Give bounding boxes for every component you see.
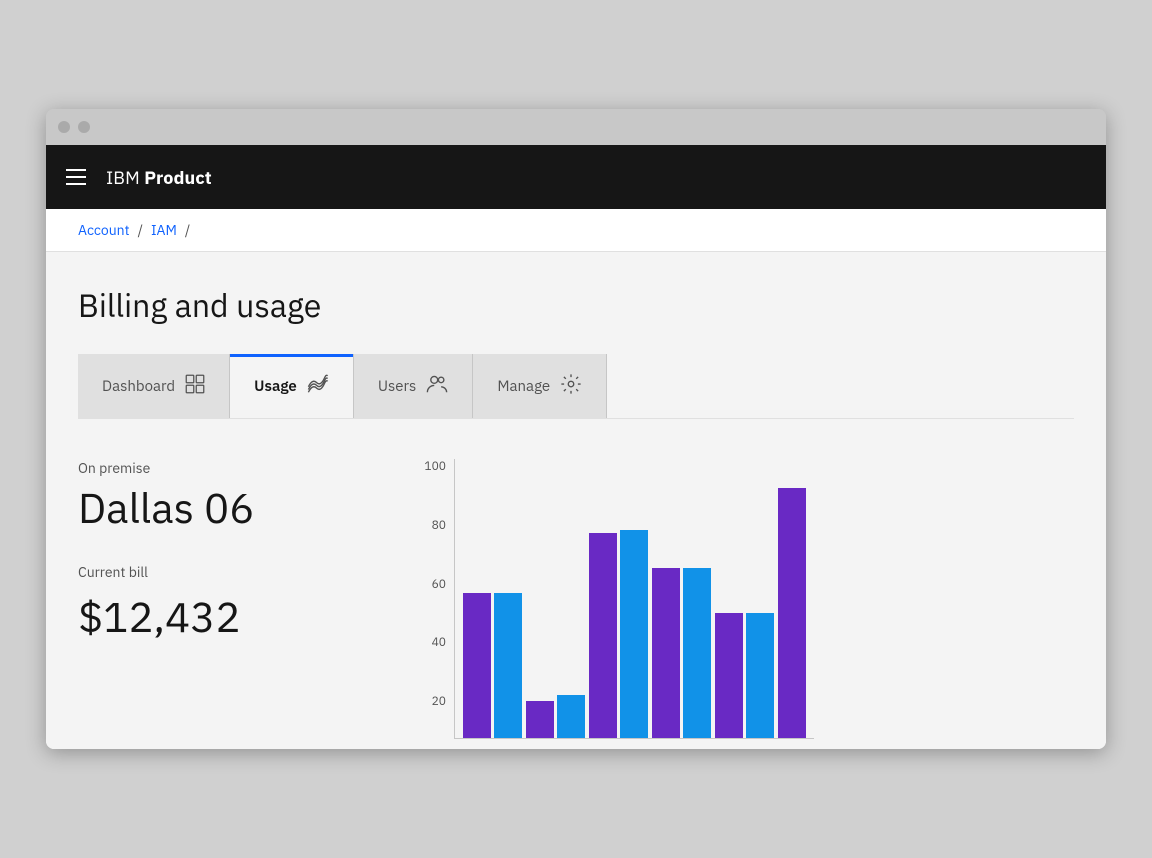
tab-usage-label: Usage (254, 377, 297, 396)
location-label: On premise (78, 459, 378, 477)
bar-2-cyan (557, 695, 585, 738)
bar-5-purple (715, 613, 743, 738)
y-label-80: 80 (432, 518, 446, 533)
y-label-40: 40 (432, 635, 446, 650)
bar-4-cyan (683, 568, 711, 738)
browser-chrome (46, 109, 1106, 145)
tab-dashboard[interactable]: Dashboard (78, 354, 230, 418)
bar-6-purple (778, 488, 806, 738)
bar-4-purple (652, 568, 680, 738)
usage-icon (307, 374, 329, 399)
breadcrumb-account[interactable]: Account (78, 221, 130, 239)
tab-users-label: Users (378, 377, 417, 396)
chart-y-axis: 100 80 60 40 20 (418, 459, 454, 709)
top-nav: IBM Product (46, 145, 1106, 209)
chart-bars-area (454, 459, 814, 739)
bar-2-purple (526, 701, 554, 738)
y-label-100: 100 (424, 459, 446, 474)
bar-group-4 (652, 568, 711, 738)
y-label-20: 20 (432, 694, 446, 709)
tab-users[interactable]: Users (354, 354, 474, 418)
bill-value: $12,432 (78, 589, 378, 644)
page-title: Billing and usage (78, 284, 1074, 326)
bar-3-purple (589, 533, 617, 738)
tab-usage[interactable]: Usage (230, 354, 354, 418)
breadcrumb: Account / IAM / (46, 209, 1106, 252)
breadcrumb-sep-2: / (185, 221, 190, 239)
bar-group-6 (778, 488, 806, 738)
users-icon (426, 374, 448, 399)
nav-title: IBM Product (106, 166, 212, 189)
tab-manage[interactable]: Manage (473, 354, 607, 418)
y-label-60: 60 (432, 577, 446, 592)
nav-title-normal: IBM (106, 166, 144, 189)
tabs-container: Dashboard Usage (78, 354, 1074, 419)
browser-dot-2 (78, 121, 90, 133)
content-area: On premise Dallas 06 Current bill $12,43… (78, 419, 1074, 749)
bar-group-3 (589, 530, 648, 738)
bar-group-2 (526, 695, 585, 738)
info-panel: On premise Dallas 06 Current bill $12,43… (78, 459, 378, 749)
hamburger-menu-button[interactable] (62, 165, 90, 189)
browser-window: IBM Product Account / IAM / Billing and … (46, 109, 1106, 749)
main-content: Billing and usage Dashboard (46, 252, 1106, 749)
nav-title-bold: Product (144, 166, 212, 189)
bar-group-1 (463, 593, 522, 738)
location-value: Dallas 06 (78, 485, 378, 531)
bar-1-cyan (494, 593, 522, 738)
bar-group-5 (715, 613, 774, 738)
tab-dashboard-label: Dashboard (102, 377, 175, 396)
dashboard-icon (185, 374, 205, 399)
breadcrumb-iam[interactable]: IAM (151, 221, 177, 239)
tab-manage-label: Manage (497, 377, 550, 396)
bar-5-cyan (746, 613, 774, 738)
bill-label: Current bill (78, 563, 378, 581)
breadcrumb-sep-1: / (138, 221, 143, 239)
app-container: IBM Product Account / IAM / Billing and … (46, 145, 1106, 749)
bar-3-cyan (620, 530, 648, 738)
browser-dot-1 (58, 121, 70, 133)
manage-icon (560, 373, 582, 400)
chart-container: 100 80 60 40 20 (418, 459, 1074, 749)
bar-1-purple (463, 593, 491, 738)
